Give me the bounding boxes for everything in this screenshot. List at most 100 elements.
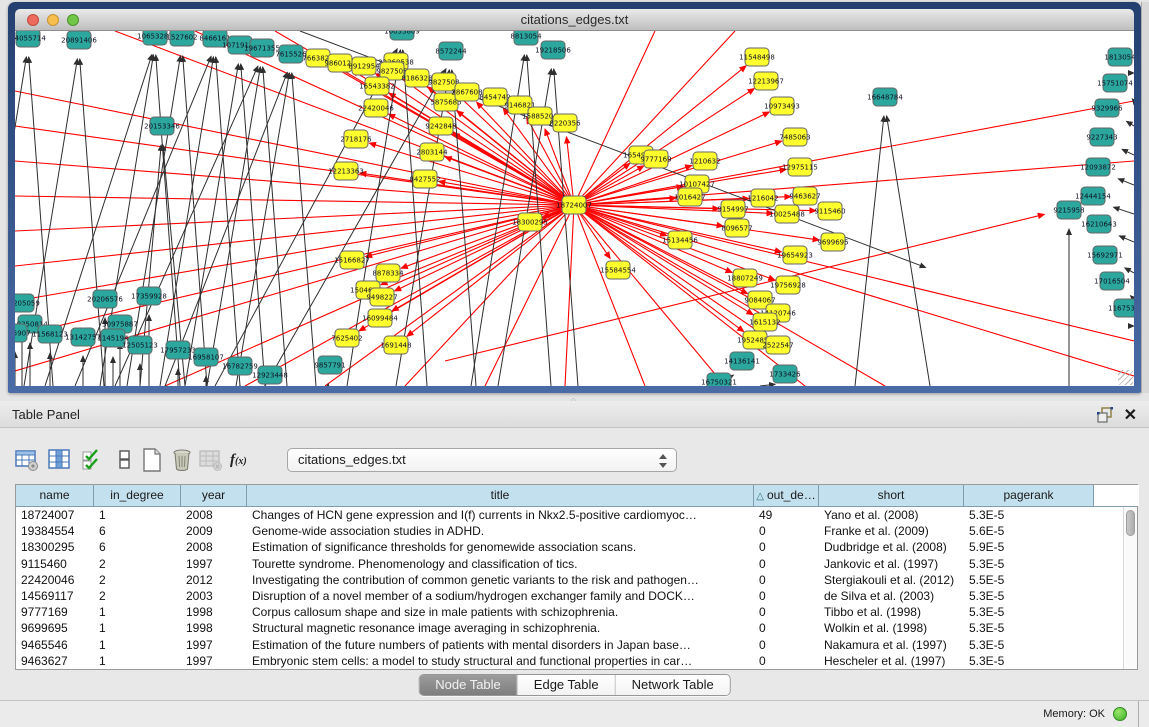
vertical-scrollbar[interactable] — [1123, 507, 1137, 669]
network-node[interactable]: 9115460 — [814, 202, 845, 220]
network-window-titlebar[interactable]: citations_edges.txt — [15, 9, 1134, 31]
network-node[interactable]: 12093872 — [1080, 158, 1116, 176]
table-row[interactable]: 2242004622012Investigating the contribut… — [16, 572, 1137, 588]
network-node[interactable]: 7625402 — [331, 329, 362, 347]
tab-network-table[interactable]: Network Table — [616, 675, 730, 695]
network-node[interactable]: 9215958 — [1053, 201, 1084, 219]
network-node[interactable]: 19756928 — [770, 276, 806, 294]
table-row[interactable]: 977716911998Corpus callosum shape and si… — [16, 604, 1137, 620]
network-node[interactable]: 1527602 — [166, 31, 197, 46]
select-all-columns-icon[interactable] — [81, 448, 105, 472]
network-node[interactable]: 16648784 — [867, 88, 903, 106]
network-node[interactable]: 1016427 — [674, 188, 705, 206]
table-selector-dropdown[interactable]: citations_edges.txt — [287, 448, 677, 472]
table-row[interactable]: 969969511998Structural magnetic resonanc… — [16, 620, 1137, 636]
network-node[interactable]: 10973493 — [764, 97, 800, 115]
network-node[interactable]: 1813054 — [1104, 48, 1134, 66]
network-node[interactable]: 8220356 — [549, 114, 581, 132]
network-node[interactable]: 8878334 — [372, 264, 404, 282]
network-node[interactable]: 7615526 — [275, 45, 307, 63]
network-node[interactable]: 2867608 — [451, 83, 482, 101]
network-edge — [452, 70, 476, 386]
resize-grip-icon[interactable] — [1118, 370, 1133, 385]
float-panel-icon[interactable] — [1097, 407, 1113, 423]
network-node[interactable]: 9154997 — [717, 200, 748, 218]
node-table: namein_degreeyeartitle△out_de…shortpager… — [15, 484, 1138, 670]
network-node[interactable]: 15692971 — [1087, 246, 1123, 264]
network-node[interactable]: 9857791 — [314, 356, 345, 374]
network-node[interactable]: 8813054 — [510, 31, 542, 45]
table-row[interactable]: 1938455462009Genome-wide association stu… — [16, 523, 1137, 539]
function-builder-icon[interactable]: f(x) — [230, 448, 254, 472]
network-node[interactable]: 9699695 — [817, 233, 848, 251]
network-node[interactable]: 1216042 — [747, 189, 778, 207]
column-header-name[interactable]: name — [16, 485, 94, 506]
network-canvas[interactable]: 7663822986012889129542226053898275051654… — [15, 31, 1134, 386]
close-panel-icon[interactable]: ✕ — [1124, 405, 1137, 425]
network-node[interactable]: 15584554 — [600, 261, 636, 279]
network-node[interactable]: 19218506 — [535, 41, 571, 59]
table-row[interactable]: 1456911722003Disruption of a novel membe… — [16, 588, 1137, 604]
network-node[interactable]: 8912954 — [348, 57, 380, 75]
column-header-out_de[interactable]: △out_de… — [754, 485, 819, 506]
table-cell: 1997 — [181, 653, 247, 669]
table-row[interactable]: 946362711997Embryonic stem cells: a mode… — [16, 653, 1137, 669]
network-node[interactable]: 16033809 — [384, 31, 420, 40]
network-node[interactable]: 15751074 — [1097, 74, 1133, 92]
network-node[interactable]: 17359928 — [131, 287, 167, 305]
network-node[interactable]: 17016504 — [1094, 272, 1130, 290]
network-node[interactable]: 8427552 — [409, 170, 440, 188]
network-node[interactable]: 20153346 — [144, 117, 180, 135]
table-row[interactable]: 911546021997Tourette syndrome. Phenomeno… — [16, 556, 1137, 572]
network-edge — [1126, 121, 1134, 126]
column-header-pagerank[interactable]: pagerank — [964, 485, 1094, 506]
delete-columns-icon[interactable] — [170, 448, 194, 472]
network-node[interactable]: 1210632 — [689, 152, 720, 170]
tab-edge-table[interactable]: Edge Table — [518, 675, 616, 695]
network-node[interactable]: 11548498 — [739, 48, 775, 66]
scrollbar-thumb[interactable] — [1126, 510, 1135, 536]
table-settings-icon[interactable] — [15, 448, 39, 472]
network-node[interactable]: 9463627 — [789, 187, 820, 205]
column-header-short[interactable]: short — [819, 485, 964, 506]
network-edge — [855, 116, 884, 386]
node-label: 15692971 — [1087, 252, 1123, 260]
network-node[interactable]: 2718176 — [340, 130, 372, 148]
network-node[interactable]: 9777169 — [640, 150, 671, 168]
network-node[interactable]: 2522547 — [762, 336, 793, 354]
network-node[interactable]: 11675343 — [1108, 299, 1134, 317]
column-header-title[interactable]: title — [247, 485, 754, 506]
delete-table-icon[interactable] — [199, 448, 223, 472]
network-node[interactable]: 8572244 — [435, 42, 467, 60]
column-header-in_degree[interactable]: in_degree — [94, 485, 181, 506]
network-node[interactable]: 12213363 — [328, 162, 364, 180]
show-columns-icon[interactable] — [48, 448, 72, 472]
network-node[interactable]: 1691448 — [380, 336, 411, 354]
network-node[interactable]: 14136141 — [724, 352, 760, 370]
network-node[interactable]: 9227343 — [1086, 128, 1117, 146]
network-node[interactable]: 16210643 — [1081, 215, 1117, 233]
network-node[interactable]: 8096577 — [721, 219, 752, 237]
column-header-year[interactable]: year — [181, 485, 247, 506]
network-node[interactable]: 9242848 — [425, 117, 456, 135]
network-node[interactable]: 14055714 — [15, 31, 46, 47]
table-cell: Jankovic et al. (1997) — [819, 556, 964, 572]
network-node[interactable]: 2803144 — [416, 143, 448, 161]
network-node[interactable]: 16750321 — [701, 373, 737, 386]
unselect-columns-icon[interactable] — [113, 448, 137, 472]
new-table-icon[interactable] — [140, 448, 164, 472]
node-label: 7625402 — [331, 335, 362, 343]
network-node[interactable]: 1733426 — [769, 365, 801, 383]
table-row[interactable]: 1872400712008Changes of HCN gene express… — [16, 507, 1137, 523]
network-node[interactable]: 13142757 — [65, 328, 101, 346]
network-node[interactable]: 1615132 — [749, 313, 780, 331]
tab-node-table[interactable]: Node Table — [419, 675, 518, 695]
table-row[interactable]: 946554611997Estimation of the future num… — [16, 637, 1137, 653]
network-node[interactable]: 9329966 — [1091, 99, 1123, 117]
table-row[interactable]: 1830029562008Estimation of significance … — [16, 539, 1137, 555]
network-node[interactable]: 20206576 — [87, 290, 123, 308]
network-node[interactable]: 9498227 — [366, 288, 397, 306]
network-node[interactable]: 7485063 — [779, 128, 810, 146]
network-node[interactable]: 12213967 — [748, 72, 784, 90]
network-node[interactable]: 20891406 — [61, 31, 97, 49]
